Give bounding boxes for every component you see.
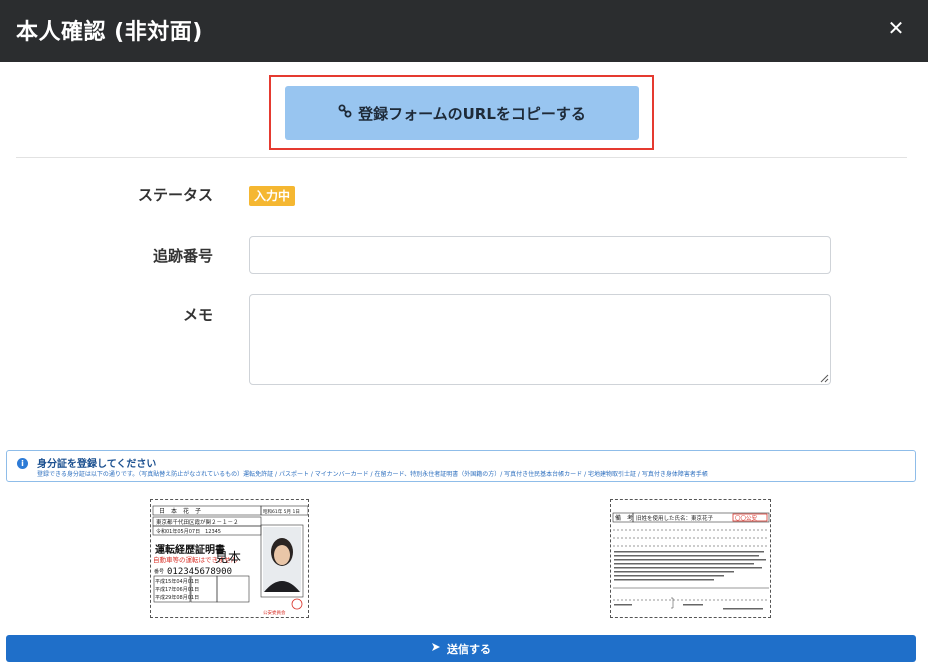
info-title: 身分証を登録してください [37,459,157,470]
license-back-sample[interactable]: 備 考 旧姓を使用した氏名：東京花子 〇〇公安 [610,499,771,618]
license-address: 東京都千代田区霞が関２－１－２ [156,518,239,526]
send-icon [431,642,441,655]
license-photo [263,527,301,592]
info-description: 登録できる身分証は以下の通りです。（写真貼替え防止がなされているもの）運転免許証… [37,471,708,478]
license-number-label: 番号 [154,568,164,575]
copy-form-url-button[interactable]: 登録フォームのURLをコピーする [285,86,639,140]
license-number: 012345678900 [167,567,232,577]
license-stamp: 〇〇公安 [735,514,758,522]
copy-form-url-label: 登録フォームのURLをコピーする [358,104,586,123]
license-date-1: 平成15年04月01日 [155,578,199,585]
license-issued: 令和01年05月07日 12345 [156,528,221,535]
license-sample-watermark: 見本 [215,551,241,566]
license-date-2: 平成17年06月01日 [155,586,199,593]
memo-label: メモ [182,306,213,324]
license-front-image: 日 本 花 子 昭和61年 5月 1日 東京都千代田区霞が関２－１－２ 令和01… [151,500,308,617]
license-issuer: 公安委員会 [263,609,286,616]
memo-textarea[interactable] [249,294,831,385]
license-back-image: 備 考 旧姓を使用した氏名：東京花子 〇〇公安 [611,500,770,617]
license-remarks-label: 備 考 [615,514,633,522]
license-date-3: 平成29年08月01日 [155,594,199,601]
resize-grip-icon[interactable] [819,373,829,383]
submit-label: 送信する [447,642,491,656]
close-icon[interactable]: ✕ [880,12,912,44]
modal-title: 本人確認 (非対面) [16,20,203,45]
tracking-number-label: 追跡番号 [152,247,213,265]
license-birth: 昭和61年 5月 1日 [263,508,300,515]
license-name: 日 本 花 子 [159,507,201,515]
modal-header: 本人確認 (非対面) ✕ [0,0,928,62]
id-info-box: i 身分証を登録してください 登録できる身分証は以下の通りです。（写真貼替え防止… [6,450,916,482]
license-front-sample[interactable]: 日 本 花 子 昭和61年 5月 1日 東京都千代田区霞が関２－１－２ 令和01… [150,499,309,618]
status-label: ステータス [137,186,213,204]
submit-button[interactable]: 送信する [6,635,916,662]
info-icon: i [17,458,28,469]
tracking-number-input[interactable] [249,236,831,274]
divider [16,157,907,158]
license-remarks: 旧姓を使用した氏名：東京花子 [636,514,714,522]
status-badge: 入力中 [249,186,296,206]
link-icon [338,104,352,122]
